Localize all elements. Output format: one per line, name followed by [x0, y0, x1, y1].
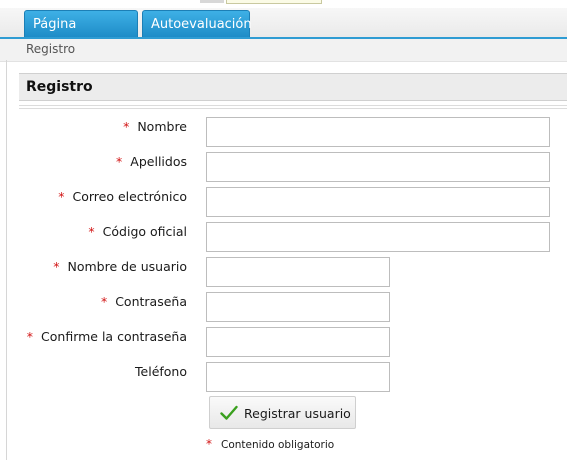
- registrar-usuario-button[interactable]: Registrar usuario: [209, 396, 356, 429]
- row-contrasena: * Contraseña: [0, 292, 567, 322]
- row-usuario: * Nombre de usuario: [0, 257, 567, 287]
- tab-autoevaluacion[interactable]: Autoevaluación: [142, 10, 252, 37]
- apellidos-label: * Apellidos: [116, 154, 187, 169]
- required-marker: *: [26, 329, 34, 344]
- codigo-label: * Código oficial: [88, 224, 187, 239]
- row-confirmar: * Confirme la contraseña: [0, 327, 567, 357]
- username-input[interactable]: [206, 257, 390, 287]
- telefono-label: Teléfono: [135, 364, 187, 379]
- tab-bar: Página principal Autoevaluación: [0, 8, 567, 59]
- breadcrumb-item-registro[interactable]: Registro: [26, 42, 75, 56]
- required-marker: *: [206, 437, 212, 451]
- required-marker: *: [123, 119, 130, 134]
- divider: [19, 105, 567, 106]
- row-telefono: Teléfono: [0, 362, 567, 392]
- row-correo: * Correo electrónico: [0, 187, 567, 217]
- required-marker: *: [58, 189, 65, 204]
- required-marker: *: [88, 224, 95, 239]
- section-header: Registro: [19, 73, 567, 101]
- submit-label: Registrar usuario: [244, 406, 351, 421]
- row-codigo: * Código oficial: [0, 222, 567, 252]
- usuario-label: * Nombre de usuario: [53, 259, 187, 274]
- nombre-label: * Nombre: [123, 119, 187, 134]
- correo-label: * Correo electrónico: [58, 189, 187, 204]
- required-marker: *: [53, 259, 60, 274]
- required-marker: *: [116, 154, 123, 169]
- password-input[interactable]: [206, 292, 390, 322]
- confirm-password-input[interactable]: [206, 327, 390, 357]
- contrasena-label: * Contraseña: [100, 294, 187, 309]
- row-apellidos: * Apellidos: [0, 152, 567, 182]
- required-note: * Contenido obligatorio: [206, 437, 334, 451]
- checkmark-icon: [220, 405, 238, 420]
- top-field-fragment: [226, 0, 322, 4]
- divider: [19, 108, 567, 109]
- top-fragment: [200, 0, 224, 3]
- tab-pagina-principal[interactable]: Página principal: [24, 10, 138, 59]
- confirmar-label: * Confirme la contraseña: [26, 329, 187, 344]
- nombre-input[interactable]: [206, 117, 550, 147]
- email-input[interactable]: [206, 187, 550, 217]
- codigo-oficial-input[interactable]: [206, 222, 550, 252]
- apellidos-input[interactable]: [206, 152, 550, 182]
- required-note-text: Contenido obligatorio: [221, 439, 335, 451]
- breadcrumb: Registro: [0, 39, 567, 62]
- required-marker: *: [100, 294, 108, 309]
- row-nombre: * Nombre: [0, 117, 567, 147]
- section-title: Registro: [26, 79, 93, 95]
- phone-input[interactable]: [206, 362, 390, 392]
